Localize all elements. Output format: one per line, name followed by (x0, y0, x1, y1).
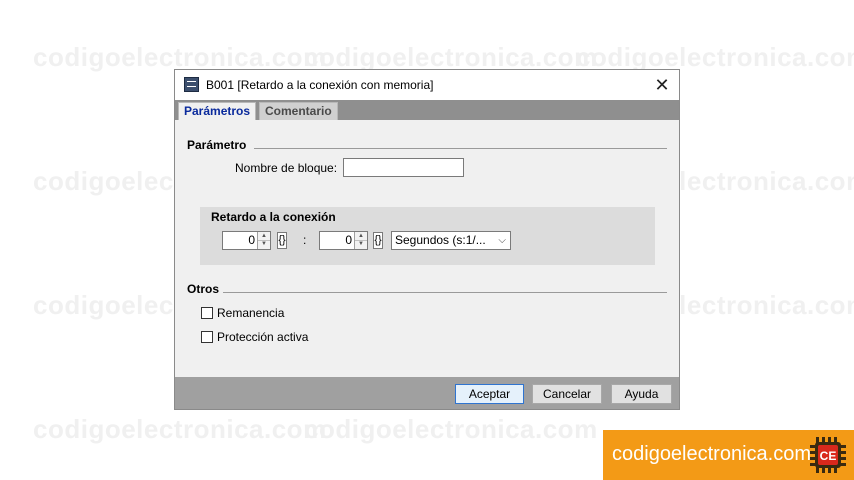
chip-logo-letters: CE (820, 449, 837, 463)
block-icon (184, 77, 199, 92)
spin-down-icon[interactable]: ▼ (355, 240, 367, 248)
watermark: codigoelectronica.com (33, 414, 327, 444)
time-separator: : (303, 233, 307, 247)
button-bar: Aceptar Cancelar Ayuda (175, 377, 679, 409)
remanencia-checkbox[interactable] (201, 307, 213, 319)
block-properties-dialog: B001 [Retardo a la conexión con memoria]… (174, 69, 680, 410)
help-button[interactable]: Ayuda (611, 384, 672, 404)
delay-value-2-stepper[interactable]: 0 ▲ ▼ (319, 231, 368, 250)
close-icon[interactable]: ✕ (651, 74, 673, 96)
delay-group-title: Retardo a la conexión (211, 210, 336, 224)
spin-down-icon[interactable]: ▼ (258, 240, 270, 248)
spin-buttons: ▲ ▼ (354, 232, 367, 249)
watermark: codigoelectronica.com (304, 414, 598, 444)
unit-2-button[interactable]: {} (373, 232, 383, 249)
block-name-label: Nombre de bloque: (235, 161, 338, 175)
unit-1-button[interactable]: {} (277, 232, 287, 249)
proteccion-checkbox[interactable] (201, 331, 213, 343)
proteccion-label[interactable]: Protección activa (217, 330, 308, 344)
timebase-select[interactable]: Segundos (s:1/... ⌵ (391, 231, 511, 250)
delay-group: Retardo a la conexión 0 ▲ ▼ {} : 0 ▲ ▼ {… (200, 207, 655, 265)
tab-parametros[interactable]: Parámetros (178, 102, 257, 120)
spin-buttons: ▲ ▼ (257, 232, 270, 249)
cancel-button[interactable]: Cancelar (532, 384, 602, 404)
section-divider (254, 148, 667, 149)
brand-badge: codigoelectronica.com CE (603, 430, 854, 480)
delay-value-2: 0 (345, 233, 352, 247)
dialog-title: B001 [Retardo a la conexión con memoria] (206, 78, 434, 92)
section-title-otros: Otros (187, 282, 220, 296)
delay-value-1: 0 (248, 233, 255, 247)
ok-button[interactable]: Aceptar (455, 384, 524, 404)
timebase-value: Segundos (s:1/... (395, 233, 486, 247)
chip-logo-icon: CE (810, 437, 846, 473)
remanencia-label[interactable]: Remanencia (217, 306, 284, 320)
delay-value-1-stepper[interactable]: 0 ▲ ▼ (222, 231, 271, 250)
block-name-input[interactable] (343, 158, 464, 177)
section-divider (223, 292, 667, 293)
tab-strip: Parámetros Comentario (175, 100, 679, 120)
title-bar[interactable]: B001 [Retardo a la conexión con memoria]… (175, 70, 679, 100)
dialog-body: Parámetros Comentario Parámetro Nombre d… (175, 100, 679, 377)
brand-text: codigoelectronica.com (612, 443, 811, 465)
section-title-parametro: Parámetro (187, 138, 247, 152)
tab-comentario[interactable]: Comentario (259, 102, 338, 120)
chevron-down-icon: ⌵ (498, 235, 506, 246)
